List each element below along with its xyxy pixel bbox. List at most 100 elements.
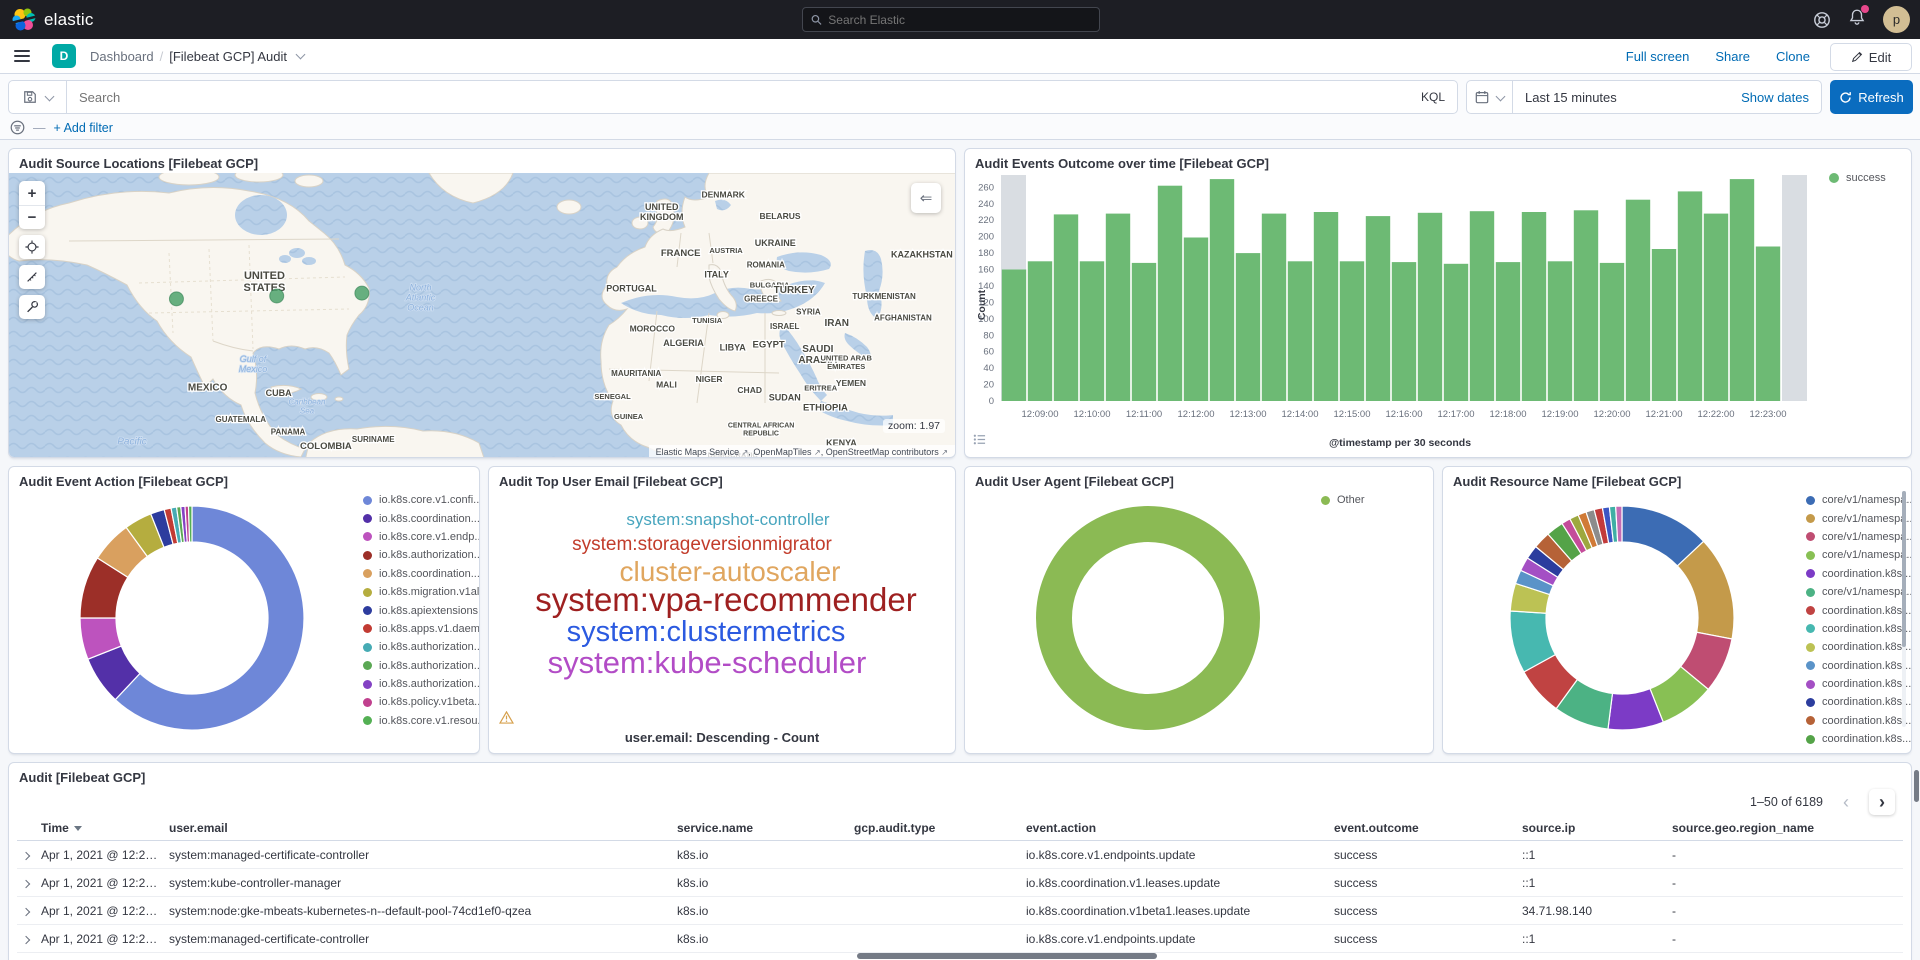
bar[interactable] [1600, 263, 1624, 401]
legend-options-icon[interactable]: ⋮ [1907, 171, 1912, 185]
donut-chart-resource-name[interactable] [1507, 503, 1737, 733]
legend-item[interactable]: coordination.k8s.... [1806, 675, 1912, 693]
menu-icon[interactable] [14, 50, 30, 62]
bar[interactable] [1730, 179, 1754, 401]
legend-scrollbar[interactable] [1902, 491, 1906, 727]
legend-item[interactable]: core/v1/namespa... [1806, 509, 1912, 527]
tag-cloud-word[interactable]: system:snapshot-controller [626, 510, 829, 530]
show-dates-button[interactable]: Show dates [1741, 90, 1821, 105]
expand-row-icon[interactable] [22, 879, 30, 887]
tag-cloud-word[interactable]: system:storageversionmigrator [572, 534, 832, 556]
bar[interactable] [1392, 262, 1416, 401]
share-button[interactable]: Share [1715, 49, 1750, 64]
bar[interactable] [1106, 214, 1130, 401]
bar[interactable] [1522, 212, 1546, 401]
zoom-out-button[interactable]: − [19, 205, 45, 229]
map-legend-toggle[interactable]: ⇐ [911, 183, 941, 213]
previous-page-button[interactable]: ‹ [1833, 789, 1859, 815]
legend-item[interactable]: coordination.k8s.... [1806, 620, 1912, 638]
bar[interactable] [1548, 261, 1572, 401]
column-header[interactable]: gcp.audit.type [854, 821, 1026, 835]
bar[interactable] [1002, 270, 1026, 402]
column-header[interactable]: user.email [169, 821, 677, 835]
expand-row-icon[interactable] [22, 935, 30, 943]
elastic-brand[interactable]: elastic [12, 8, 94, 32]
legend-item[interactable]: io.k8s.apps.v1.daem... [363, 620, 475, 638]
map-data-point[interactable] [355, 286, 369, 300]
bar[interactable] [1054, 214, 1078, 401]
bar[interactable] [1158, 186, 1182, 401]
next-page-button[interactable]: › [1869, 789, 1895, 815]
legend-item[interactable]: io.k8s.core.v1.endp... [363, 528, 475, 546]
horizontal-scrollbar[interactable] [857, 953, 1157, 959]
legend-item[interactable]: core/v1/namespa... [1806, 583, 1912, 601]
time-range-value[interactable]: Last 15 minutes [1513, 90, 1741, 105]
edit-button[interactable]: Edit [1830, 43, 1912, 71]
column-header[interactable]: event.outcome [1334, 821, 1522, 835]
chevron-down-icon[interactable] [296, 49, 306, 59]
legend-item[interactable]: Other [1321, 491, 1433, 509]
query-language-toggle[interactable]: KQL [1421, 90, 1457, 104]
bar[interactable] [1756, 247, 1780, 402]
tag-cloud-word[interactable]: system:vpa-recommender [535, 581, 916, 619]
bar[interactable] [1470, 211, 1494, 401]
legend-item[interactable]: coordination.k8s.... [1806, 693, 1912, 711]
donut-segment[interactable] [188, 506, 192, 542]
bar[interactable] [1314, 212, 1338, 401]
global-search[interactable] [802, 7, 1100, 32]
legend-item[interactable]: io.k8s.authorization.... [363, 675, 475, 693]
warning-icon[interactable] [499, 711, 514, 729]
map-canvas[interactable]: UNITEDSTATESMEXICOCUBAGUATEMALAPANAMACOL… [9, 173, 955, 458]
legend-item[interactable]: io.k8s.coordination.... [363, 565, 475, 583]
donut-segment[interactable] [1054, 524, 1242, 712]
map-tools-button[interactable] [19, 295, 45, 319]
bar[interactable] [1574, 210, 1598, 401]
legend-item[interactable]: core/v1/namespa... [1806, 528, 1912, 546]
zoom-in-button[interactable]: + [19, 181, 45, 205]
expand-row-icon[interactable] [22, 907, 30, 915]
donut-chart-user-agent[interactable] [1033, 503, 1263, 733]
legend-item[interactable]: io.k8s.apiextensions.... [363, 601, 475, 619]
legend-label-success[interactable]: success [1846, 172, 1886, 184]
map-data-point[interactable] [169, 292, 183, 306]
map-fit-button[interactable] [19, 235, 45, 259]
map-data-point[interactable] [270, 289, 284, 303]
legend-item[interactable]: io.k8s.coordination.... [363, 509, 475, 527]
legend-item[interactable]: io.k8s.migration.v1al... [363, 583, 475, 601]
legend-item[interactable]: coordination.k8s.... [1806, 712, 1912, 730]
column-header[interactable]: source.geo.region_name [1672, 821, 1903, 835]
map-measure-button[interactable] [19, 265, 45, 289]
bar[interactable] [1080, 261, 1104, 401]
bar[interactable] [1132, 263, 1156, 401]
attribution-link[interactable]: OpenMapTiles ↗ [753, 447, 820, 457]
bar[interactable] [1444, 264, 1468, 401]
bar[interactable] [1678, 191, 1702, 401]
legend-item[interactable]: io.k8s.policy.v1beta.... [363, 693, 475, 711]
global-search-input[interactable] [828, 13, 1091, 27]
donut-chart-event-action[interactable] [77, 503, 307, 733]
filter-icon[interactable] [10, 120, 25, 135]
column-header[interactable]: service.name [677, 821, 854, 835]
legend-toggle-icon[interactable] [973, 433, 986, 451]
column-header[interactable]: source.ip [1522, 821, 1672, 835]
bar[interactable] [1028, 261, 1052, 401]
tag-cloud-word[interactable]: system:kube-scheduler [548, 645, 867, 681]
full-screen-button[interactable]: Full screen [1626, 49, 1690, 64]
bar[interactable] [1210, 179, 1234, 401]
bar[interactable] [1626, 200, 1650, 401]
expand-row-icon[interactable] [22, 851, 30, 859]
legend-item[interactable]: io.k8s.core.v1.confi... [363, 491, 475, 509]
legend-item[interactable]: io.k8s.authorization.... [363, 638, 475, 656]
bar[interactable] [1340, 261, 1364, 401]
refresh-button[interactable]: Refresh [1830, 80, 1913, 114]
dashboard-app-badge[interactable]: D [52, 44, 76, 68]
legend-item[interactable]: io.k8s.authorization.... [363, 546, 475, 564]
column-header[interactable]: event.action [1026, 821, 1334, 835]
notifications[interactable] [1848, 8, 1866, 31]
legend-item[interactable]: coordination.k8s.... [1806, 657, 1912, 675]
legend-item[interactable]: core/v1/namespa... [1806, 491, 1912, 509]
add-filter-button[interactable]: + Add filter [54, 121, 113, 135]
bar[interactable] [1496, 262, 1520, 401]
legend-item[interactable]: coordination.k8s.... [1806, 601, 1912, 619]
breadcrumb-root[interactable]: Dashboard [90, 49, 154, 64]
